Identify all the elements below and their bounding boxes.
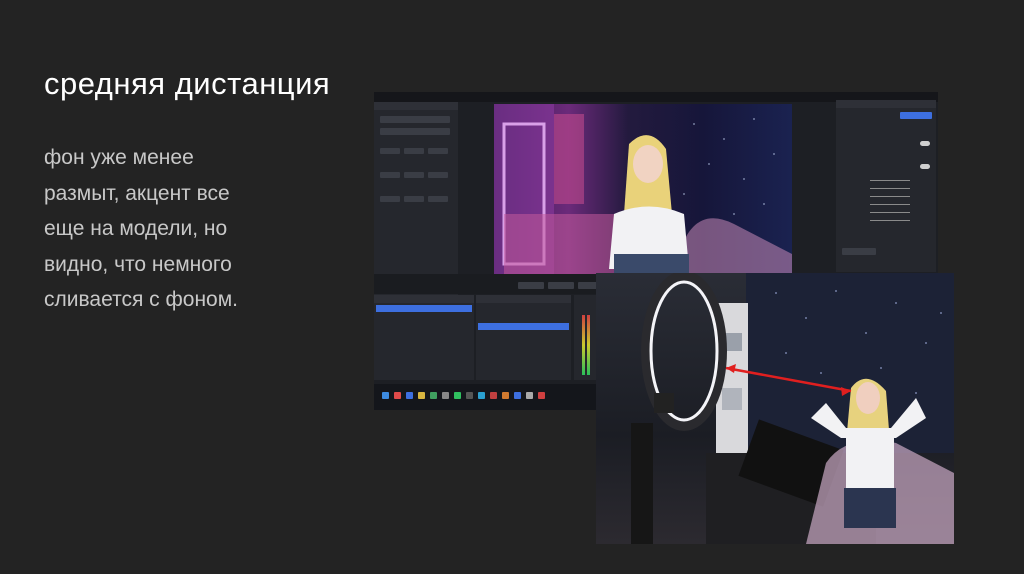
panel-button <box>404 196 424 202</box>
panel-button <box>380 172 400 178</box>
body-line: видно, что немного <box>44 252 232 276</box>
slide-body: фон уже менее размыт, акцент все еще на … <box>44 140 344 318</box>
search-icon <box>394 392 401 399</box>
panel-button <box>404 148 424 154</box>
taskbar-app-icon <box>478 392 485 399</box>
slider <box>870 196 910 197</box>
slider <box>870 220 910 221</box>
body-line: фон уже менее <box>44 146 194 169</box>
panel-button <box>428 196 448 202</box>
panel-button <box>404 172 424 178</box>
sources-panel <box>476 295 571 380</box>
setup-photo-image <box>631 273 954 544</box>
scenes-panel <box>374 295 474 380</box>
taskbar-app-icon <box>514 392 521 399</box>
taskbar-app-icon <box>490 392 497 399</box>
setup-photo <box>596 273 954 544</box>
source-selected <box>478 323 569 330</box>
toggle-switch <box>920 164 930 169</box>
body-line: размыт, акцент все <box>44 181 230 205</box>
panel-button <box>842 248 876 255</box>
taskbar-app-icon <box>466 392 473 399</box>
panel-button <box>380 128 450 135</box>
audio-meter <box>587 315 590 375</box>
panel-button <box>380 148 400 154</box>
properties-tab-active <box>900 112 932 119</box>
taskbar-app-icon <box>526 392 533 399</box>
toggle-switch <box>920 141 930 146</box>
slider <box>870 204 910 205</box>
slider <box>870 188 910 189</box>
taskbar-app-icon <box>538 392 545 399</box>
scene-selected <box>376 305 472 312</box>
panel-button <box>428 148 448 154</box>
webcam-preview <box>494 104 792 274</box>
audio-mixer-panel <box>574 295 596 380</box>
properties-panel-header <box>836 100 936 108</box>
audio-meter <box>582 315 585 375</box>
scenes-panel-header <box>374 295 474 303</box>
toolbar-button <box>578 282 598 289</box>
webcam-preview-image <box>494 104 792 274</box>
filters-panel-header <box>374 102 458 110</box>
toolbar-button <box>548 282 574 289</box>
panel-button <box>428 172 448 178</box>
taskbar-app-icon <box>502 392 509 399</box>
taskbar-app-icon <box>454 392 461 399</box>
body-line: сливается с фоном. <box>44 288 238 311</box>
body-line: еще на модели, но <box>44 217 228 240</box>
taskbar-app-icon <box>406 392 413 399</box>
windows-start-icon <box>382 392 389 399</box>
panel-button <box>380 116 450 123</box>
slide-title: средняя дистанция <box>44 66 331 101</box>
taskbar-app-icon <box>418 392 425 399</box>
panel-button <box>380 196 400 202</box>
properties-panel <box>836 100 936 272</box>
sources-panel-header <box>476 295 571 303</box>
taskbar-app-icon <box>442 392 449 399</box>
slider <box>870 212 910 213</box>
toolbar-button <box>518 282 544 289</box>
slider <box>870 180 910 181</box>
taskbar-app-icon <box>430 392 437 399</box>
